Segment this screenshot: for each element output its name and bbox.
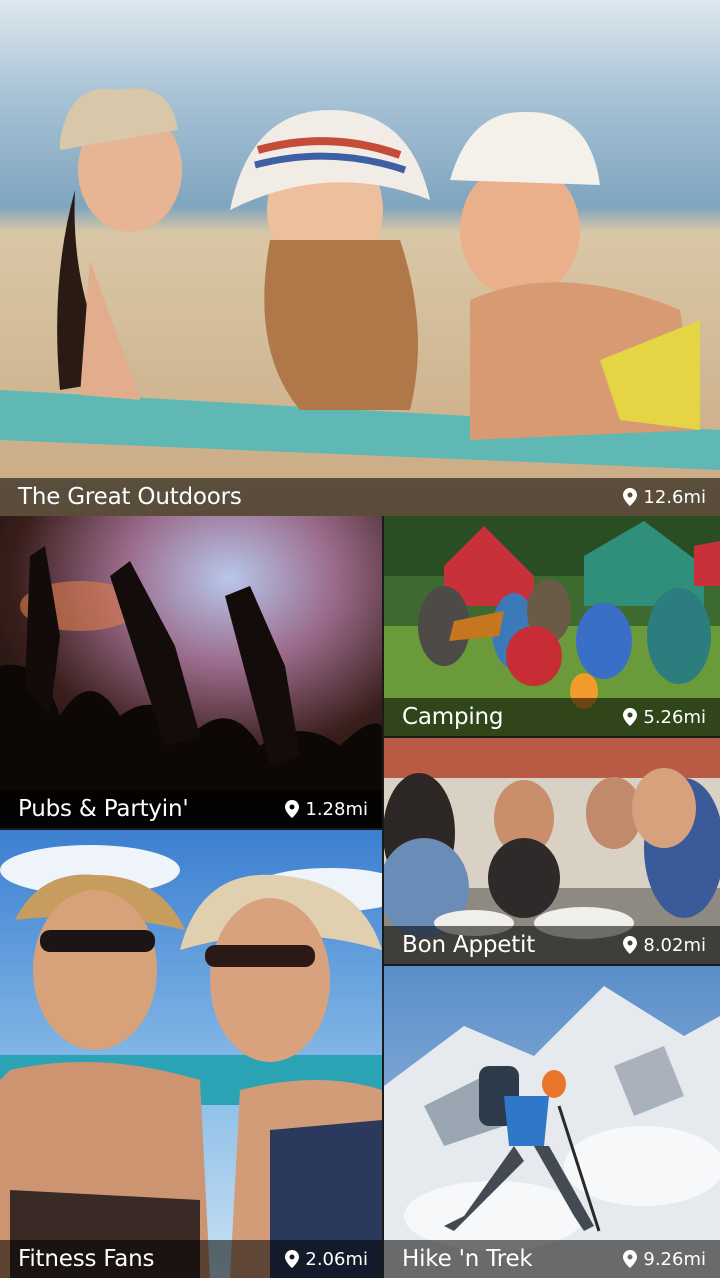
- tile-title: Bon Appetit: [402, 932, 536, 958]
- tile-the-great-outdoors[interactable]: The Great Outdoors 12.6mi: [0, 0, 720, 516]
- tile-camping[interactable]: Camping 5.26mi: [384, 516, 720, 736]
- distance-label: 8.02mi: [623, 935, 706, 956]
- tile-title: Pubs & Partyin': [18, 796, 189, 822]
- distance-value: 2.06mi: [305, 1248, 368, 1270]
- tile-title: Fitness Fans: [18, 1246, 155, 1272]
- tile-caption: The Great Outdoors 12.6mi: [0, 478, 720, 516]
- distance-value: 5.26mi: [643, 706, 706, 728]
- distance-value: 8.02mi: [643, 934, 706, 956]
- tile-title: Camping: [402, 704, 504, 730]
- distance-label: 5.26mi: [623, 707, 706, 728]
- distance-value: 12.6mi: [643, 486, 706, 508]
- distance-value: 9.26mi: [643, 1248, 706, 1270]
- location-pin-icon: [285, 1250, 300, 1268]
- fitness-photo: [0, 830, 382, 1278]
- tile-pubs-and-partyin[interactable]: Pubs & Partyin' 1.28mi: [0, 516, 382, 828]
- tile-caption: Bon Appetit 8.02mi: [384, 926, 720, 964]
- location-pin-icon: [623, 708, 638, 726]
- distance-label: 2.06mi: [285, 1249, 368, 1270]
- distance-label: 1.28mi: [285, 799, 368, 820]
- tile-caption: Pubs & Partyin' 1.28mi: [0, 790, 382, 828]
- location-pin-icon: [623, 488, 638, 506]
- tile-bon-appetit[interactable]: Bon Appetit 8.02mi: [384, 738, 720, 964]
- tile-caption: Hike 'n Trek 9.26mi: [384, 1240, 720, 1278]
- location-pin-icon: [623, 1250, 638, 1268]
- location-pin-icon: [623, 936, 638, 954]
- tile-title: Hike 'n Trek: [402, 1246, 533, 1272]
- tile-fitness-fans[interactable]: Fitness Fans 2.06mi: [0, 830, 382, 1278]
- tile-caption: Camping 5.26mi: [384, 698, 720, 736]
- hiking-photo: [384, 966, 720, 1278]
- beach-photo: [0, 0, 720, 516]
- distance-label: 9.26mi: [623, 1249, 706, 1270]
- distance-value: 1.28mi: [305, 798, 368, 820]
- location-pin-icon: [285, 800, 300, 818]
- distance-label: 12.6mi: [623, 487, 706, 508]
- tile-caption: Fitness Fans 2.06mi: [0, 1240, 382, 1278]
- tile-hike-n-trek[interactable]: Hike 'n Trek 9.26mi: [384, 966, 720, 1278]
- concert-photo: [0, 516, 382, 828]
- tile-title: The Great Outdoors: [18, 484, 242, 510]
